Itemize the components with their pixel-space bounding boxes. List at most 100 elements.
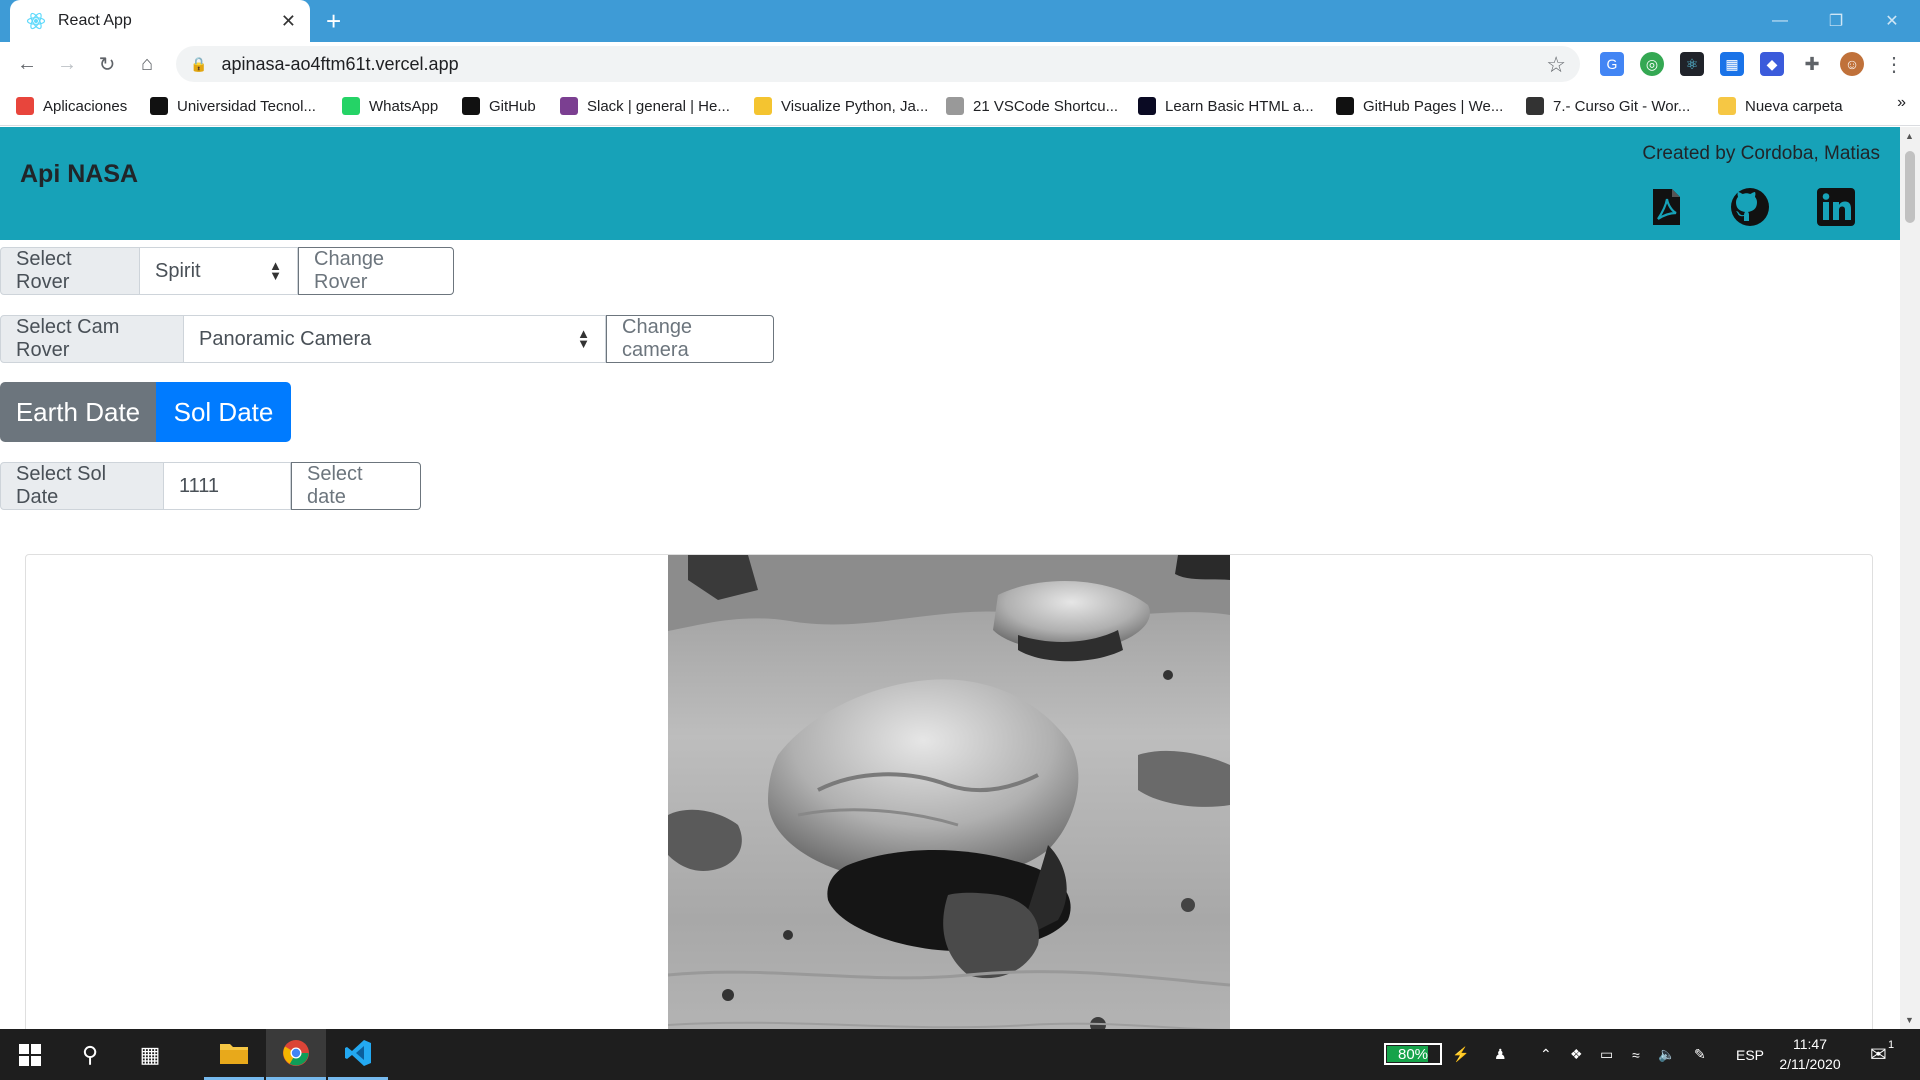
browser-toolbar: ← → ↻ ⌂ 🔒 apinasa-ao4ftm61t.vercel.app ☆…: [0, 42, 1920, 86]
rover-select-value: Spirit: [155, 259, 201, 282]
bookmark-item[interactable]: Slack | general | He...: [560, 94, 730, 118]
freecodecamp-icon: [1138, 97, 1156, 115]
sol-date-button[interactable]: Sol Date: [156, 382, 291, 442]
battery-percent: 80%: [1397, 1046, 1429, 1063]
bookmarks-bar: Aplicaciones Universidad Tecnol... WhatsAp…: [0, 86, 1920, 126]
minimize-icon[interactable]: —: [1752, 0, 1808, 42]
url-text: apinasa-ao4ftm61t.vercel.app: [221, 53, 459, 74]
bookmark-item[interactable]: Universidad Tecnol...: [150, 94, 316, 118]
bookmark-item[interactable]: GitHub Pages | We...: [1336, 94, 1503, 118]
home-icon[interactable]: ⌂: [133, 50, 161, 78]
address-bar[interactable]: 🔒 apinasa-ao4ftm61t.vercel.app ☆: [176, 46, 1580, 82]
back-arrow-icon[interactable]: ←: [13, 50, 41, 78]
language-indicator[interactable]: ESP: [1736, 1029, 1764, 1080]
bookmark-label: 21 VSCode Shortcu...: [973, 97, 1119, 115]
bookmark-label: WhatsApp: [369, 97, 439, 115]
slack-icon: [560, 97, 578, 115]
bookmark-label: Aplicaciones: [43, 97, 128, 115]
rover-select[interactable]: Spirit ▲ ▼: [140, 247, 298, 295]
bookmark-label: Nueva carpeta: [1745, 97, 1843, 115]
sol-date-group: Select Sol Date 1111 Select date: [0, 462, 421, 510]
github-icon[interactable]: [1730, 187, 1770, 227]
bookmark-label: Slack | general | He...: [587, 97, 730, 115]
volume-icon[interactable]: 🔈: [1658, 1029, 1675, 1080]
sol-date-label: Select Sol Date: [0, 462, 164, 510]
bookmark-item[interactable]: Aplicaciones: [16, 94, 127, 118]
tab-close-icon[interactable]: ✕: [281, 11, 296, 32]
scroll-down-icon[interactable]: ▼: [1905, 1015, 1914, 1025]
app-header: Api NASA Created by Cordoba, Matias: [0, 127, 1900, 240]
vscode-icon[interactable]: [328, 1029, 388, 1080]
forward-arrow-icon[interactable]: →: [53, 50, 81, 78]
change-rover-button[interactable]: Change Rover: [298, 247, 454, 295]
mars-rover-photo: [668, 555, 1230, 1029]
bookmark-item[interactable]: Visualize Python, Ja...: [754, 94, 928, 118]
sol-date-input[interactable]: 1111: [164, 462, 291, 510]
dash-icon: [946, 97, 964, 115]
photo-card: [25, 554, 1873, 1029]
bookmark-star-icon[interactable]: ☆: [1546, 52, 1566, 78]
author-credit: Created by Cordoba, Matias: [1642, 143, 1880, 164]
battery-indicator[interactable]: 80%: [1384, 1043, 1442, 1065]
github-icon: [1336, 97, 1354, 115]
select-caret-icon: ▲ ▼: [269, 258, 282, 283]
bookmark-label: Learn Basic HTML a...: [1165, 97, 1314, 115]
windows-start-icon[interactable]: [0, 1029, 60, 1080]
brand-title[interactable]: Api NASA: [20, 160, 138, 189]
bookmark-label: Universidad Tecnol...: [177, 97, 316, 115]
camera-select-group: Select Cam Rover Panoramic Camera ▲ ▼ Cha…: [0, 315, 774, 363]
system-clock[interactable]: 11:47 2/11/2020: [1770, 1034, 1850, 1074]
github-icon: [462, 97, 480, 115]
pdf-icon[interactable]: [1646, 187, 1686, 227]
gem-extension-icon[interactable]: ◆: [1760, 52, 1784, 76]
camera-select[interactable]: Panoramic Camera ▲ ▼: [184, 315, 606, 363]
restore-icon[interactable]: ❐: [1808, 0, 1864, 42]
bookmark-item[interactable]: WhatsApp: [342, 94, 438, 118]
bookmark-label: 7.- Curso Git - Wor...: [1553, 97, 1691, 115]
task-view-icon[interactable]: ▦: [120, 1029, 180, 1080]
bookmark-item[interactable]: 21 VSCode Shortcu...: [946, 94, 1118, 118]
file-explorer-icon[interactable]: [204, 1029, 264, 1080]
change-camera-button[interactable]: Change camera: [606, 315, 774, 363]
new-tab-button[interactable]: +: [326, 8, 341, 34]
bookmark-item[interactable]: Learn Basic HTML a...: [1138, 94, 1314, 118]
translate-extension-icon[interactable]: G: [1600, 52, 1624, 76]
people-icon[interactable]: ♟: [1494, 1029, 1507, 1080]
reload-icon[interactable]: ↻: [93, 50, 121, 78]
linkedin-icon[interactable]: [1816, 187, 1856, 227]
doc-icon: [1526, 97, 1544, 115]
extensions-puzzle-icon[interactable]: ✚: [1800, 52, 1824, 76]
notifications-icon[interactable]: ✉: [1870, 1029, 1887, 1080]
select-date-button[interactable]: Select date: [291, 462, 421, 510]
clock-date: 2/11/2020: [1779, 1056, 1841, 1072]
scroll-up-icon[interactable]: ▲: [1905, 131, 1914, 141]
bookmark-item[interactable]: 7.- Curso Git - Wor...: [1526, 94, 1690, 118]
scrollbar-thumb[interactable]: [1905, 151, 1915, 223]
browser-menu-icon[interactable]: ⋮: [1882, 52, 1906, 76]
power-plug-icon: ⚡: [1452, 1046, 1470, 1062]
target-extension-icon[interactable]: ◎: [1640, 52, 1664, 76]
wifi-icon[interactable]: ≈: [1632, 1029, 1640, 1080]
react-devtools-icon[interactable]: ⚛: [1680, 52, 1704, 76]
tab-title: React App: [58, 12, 132, 29]
apps-grid-icon: [16, 97, 34, 115]
profile-avatar[interactable]: ☺: [1840, 52, 1864, 76]
browser-tab[interactable]: React App ✕: [10, 0, 310, 42]
chevron-up-icon[interactable]: ⌃: [1540, 1029, 1552, 1080]
slack-tray-icon[interactable]: ❖: [1570, 1029, 1583, 1080]
calendar-extension-icon[interactable]: ▦: [1720, 52, 1744, 76]
bookmark-item[interactable]: Nueva carpeta: [1718, 94, 1843, 118]
react-icon: [26, 12, 46, 30]
pen-icon[interactable]: ✎: [1694, 1029, 1706, 1080]
battery-tray-icon[interactable]: ▭: [1600, 1029, 1613, 1080]
utn-icon: [150, 97, 168, 115]
chrome-icon[interactable]: [266, 1029, 326, 1080]
rover-select-group: Select Rover Spirit ▲ ▼ Change Rover: [0, 247, 454, 295]
bookmark-item[interactable]: GitHub: [462, 94, 536, 118]
close-window-icon[interactable]: ✕: [1864, 0, 1920, 42]
page-viewport: Api NASA Created by Cordoba, Matias Sele…: [0, 127, 1900, 1029]
bookmarks-overflow-icon[interactable]: »: [1897, 94, 1906, 112]
search-icon[interactable]: ⚲: [60, 1029, 120, 1080]
earth-date-button[interactable]: Earth Date: [0, 382, 156, 442]
page-scrollbar[interactable]: ▲ ▼: [1900, 127, 1920, 1029]
